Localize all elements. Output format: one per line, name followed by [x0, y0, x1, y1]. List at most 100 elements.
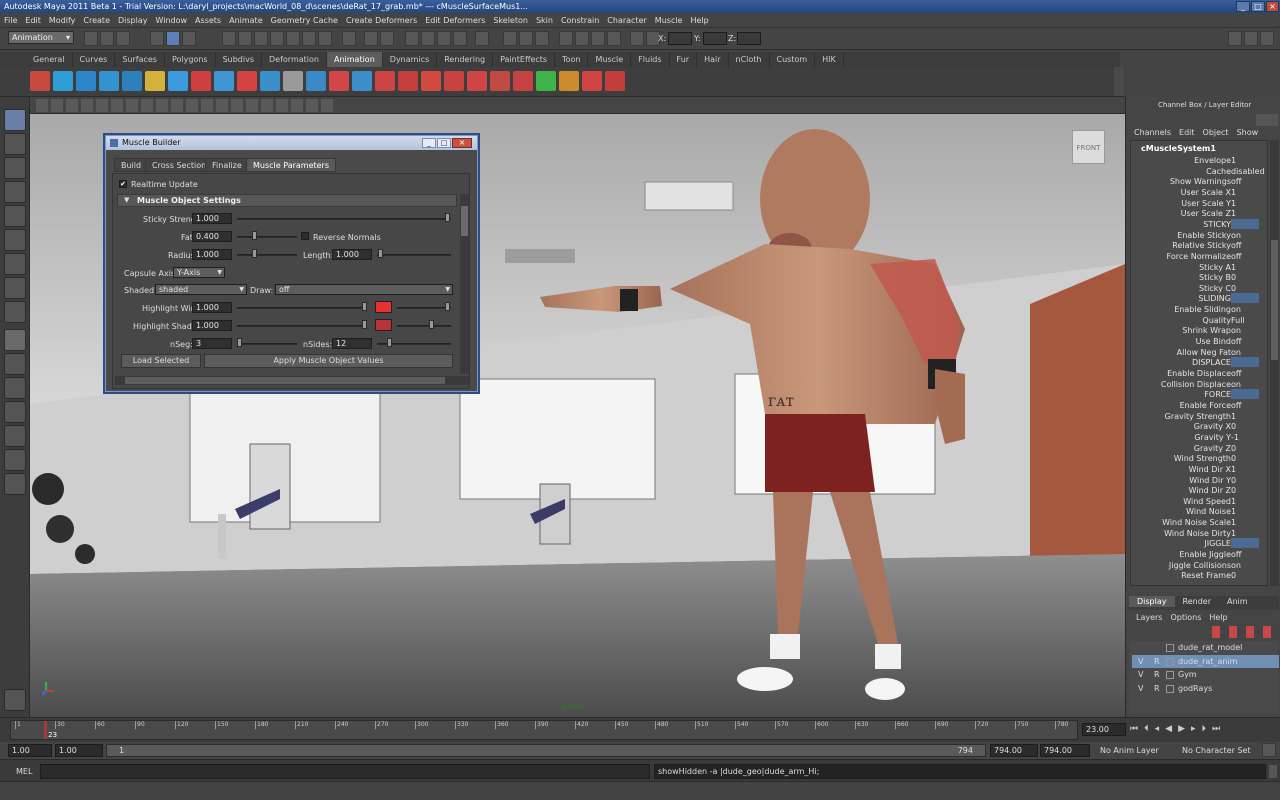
orient-constraint-icon[interactable] — [237, 71, 257, 91]
channel-row[interactable]: Enable Sticky on — [1131, 230, 1259, 241]
channel-row[interactable]: Quality Full — [1131, 315, 1259, 326]
layer-visibility-toggle[interactable]: V — [1138, 682, 1143, 695]
layer-menu-help[interactable]: Help — [1209, 613, 1227, 622]
lattice-icon[interactable] — [352, 71, 372, 91]
length-slider-handle[interactable] — [378, 249, 383, 258]
history-output-icon[interactable] — [519, 31, 533, 46]
parent-constraint-icon[interactable] — [283, 71, 303, 91]
close-button[interactable]: × — [1266, 1, 1279, 12]
shaded-dropdown[interactable]: shaded ▼ — [155, 284, 247, 295]
channel-value[interactable]: 1 — [1231, 528, 1236, 539]
pole-vector-icon[interactable] — [306, 71, 326, 91]
highlight-shaded-color-swatch[interactable] — [375, 319, 392, 331]
snap-view-icon[interactable] — [453, 31, 467, 46]
new-scene-icon[interactable] — [84, 31, 98, 46]
channel-row[interactable]: Gravity Strength 1 — [1131, 411, 1259, 422]
sticky-strength-slider[interactable] — [237, 218, 451, 220]
channel-menu-edit[interactable]: Edit — [1179, 128, 1195, 137]
channel-row[interactable]: Wind Noise 1 — [1131, 506, 1259, 517]
z-input[interactable] — [737, 32, 761, 45]
layer-name[interactable]: godRays — [1178, 682, 1212, 695]
channel-value[interactable]: 0 — [1231, 443, 1236, 454]
realtime-update-checkbox[interactable]: ✔ — [119, 180, 127, 188]
dialog-minimize-button[interactable]: _ — [422, 138, 436, 148]
input-line-icon[interactable] — [630, 31, 644, 46]
layout-outliner-icon[interactable] — [4, 425, 26, 447]
shelf-tab-toon[interactable]: Toon — [555, 52, 589, 67]
channel-row[interactable]: DISPLACE — [1131, 357, 1259, 368]
layer-visibility-toggle[interactable]: V — [1138, 655, 1143, 668]
channel-row[interactable]: JIGGLE — [1131, 538, 1259, 549]
shelf-tab-fluids[interactable]: Fluids — [631, 52, 670, 67]
quick-layout-icon[interactable] — [4, 689, 26, 711]
channel-menu-channels[interactable]: Channels — [1134, 128, 1171, 137]
layer-tab-display[interactable]: Display — [1129, 596, 1175, 607]
ik-handle-icon[interactable] — [76, 71, 96, 91]
mask-dynamics-icon[interactable] — [302, 31, 316, 46]
channel-row[interactable]: Jiggle Collisions on — [1131, 560, 1259, 571]
attribute-editor-icon[interactable] — [1228, 31, 1242, 46]
cluster-icon[interactable] — [329, 71, 349, 91]
dialog-maximize-button[interactable]: □ — [437, 138, 451, 148]
shelf-scroll[interactable] — [1114, 67, 1124, 96]
y-input[interactable] — [703, 32, 727, 45]
show-manipulator-icon[interactable] — [4, 301, 26, 323]
step-back-key-icon[interactable]: ◂ — [1155, 724, 1166, 734]
insert-joint-icon[interactable] — [168, 71, 188, 91]
menu-character[interactable]: Character — [603, 16, 651, 25]
fat-slider-handle[interactable] — [252, 231, 257, 240]
shelf-tab-hik[interactable]: HIK — [815, 52, 844, 67]
render-view-icon[interactable] — [559, 31, 573, 46]
channel-value[interactable]: on — [1231, 304, 1241, 315]
shelf-tab-curves[interactable]: Curves — [73, 52, 116, 67]
tab-cross-section[interactable]: Cross Section — [145, 158, 214, 172]
go-to-end-icon[interactable]: ⏭ — [1212, 724, 1226, 734]
set-key-icon[interactable] — [30, 71, 50, 91]
channel-menu-object[interactable]: Object — [1203, 128, 1229, 137]
select-object-icon[interactable] — [166, 31, 180, 46]
highlight-wire-color-swatch[interactable] — [375, 301, 392, 313]
lock-selection-icon[interactable] — [364, 31, 378, 46]
layer-reference-toggle[interactable]: R — [1154, 668, 1160, 681]
channel-value[interactable] — [1231, 538, 1259, 549]
layer-color-swatch[interactable] — [1166, 684, 1174, 693]
layer-row[interactable]: V R Gym — [1132, 668, 1279, 681]
channel-row[interactable]: Gravity Y -1 — [1131, 432, 1259, 443]
channel-row[interactable]: Wind Speed 1 — [1131, 496, 1259, 507]
menu-edit[interactable]: Edit — [21, 16, 45, 25]
draw-dropdown[interactable]: off ▼ — [275, 284, 453, 295]
character-set-icon[interactable] — [145, 71, 165, 91]
tab-build[interactable]: Build — [114, 158, 149, 172]
channel-value[interactable]: -1 — [1231, 432, 1239, 443]
layout-hypershade-icon[interactable] — [4, 449, 26, 471]
channel-value[interactable]: 0 — [1231, 570, 1236, 581]
shelf-tab-ncloth[interactable]: nCloth — [729, 52, 770, 67]
highlight-wire-input[interactable]: 1.000 — [192, 302, 232, 313]
shelf-tab-subdivs[interactable]: Subdivs — [216, 52, 263, 67]
layer-menu-options[interactable]: Options — [1170, 613, 1201, 622]
radius-slider[interactable] — [237, 254, 297, 256]
mask-misc-icon[interactable] — [342, 31, 356, 46]
channel-row[interactable]: Cache disabled — [1131, 166, 1265, 177]
layer-color-swatch[interactable] — [1166, 671, 1174, 679]
channel-row[interactable]: User Scale Z1 — [1131, 208, 1259, 219]
menu-file[interactable]: File — [0, 16, 21, 25]
layer-color-swatch[interactable] — [1166, 657, 1174, 666]
menu-assets[interactable]: Assets — [191, 16, 225, 25]
highlight-wire-slider-handle[interactable] — [362, 302, 367, 311]
shelf-tab-deformation[interactable]: Deformation — [262, 52, 327, 67]
channel-value[interactable]: off — [1231, 240, 1241, 251]
channel-row[interactable]: Sticky C0 — [1131, 283, 1259, 294]
save-scene-icon[interactable] — [116, 31, 130, 46]
layer-tools-icons[interactable] — [1212, 626, 1278, 638]
render-settings-icon[interactable] — [607, 31, 621, 46]
view-cube[interactable]: FRONT — [1072, 130, 1105, 164]
channel-value[interactable] — [1231, 389, 1259, 400]
channel-value[interactable]: on — [1231, 379, 1241, 390]
channel-value[interactable]: 1 — [1231, 262, 1236, 273]
menu-modify[interactable]: Modify — [45, 16, 80, 25]
dialog-horizontal-scrollbar[interactable] — [115, 376, 469, 385]
fat-input[interactable]: 0.400 — [192, 231, 232, 242]
anim-layer-dropdown[interactable]: No Anim Layer — [1100, 745, 1176, 757]
channel-value[interactable]: 1 — [1231, 155, 1236, 166]
